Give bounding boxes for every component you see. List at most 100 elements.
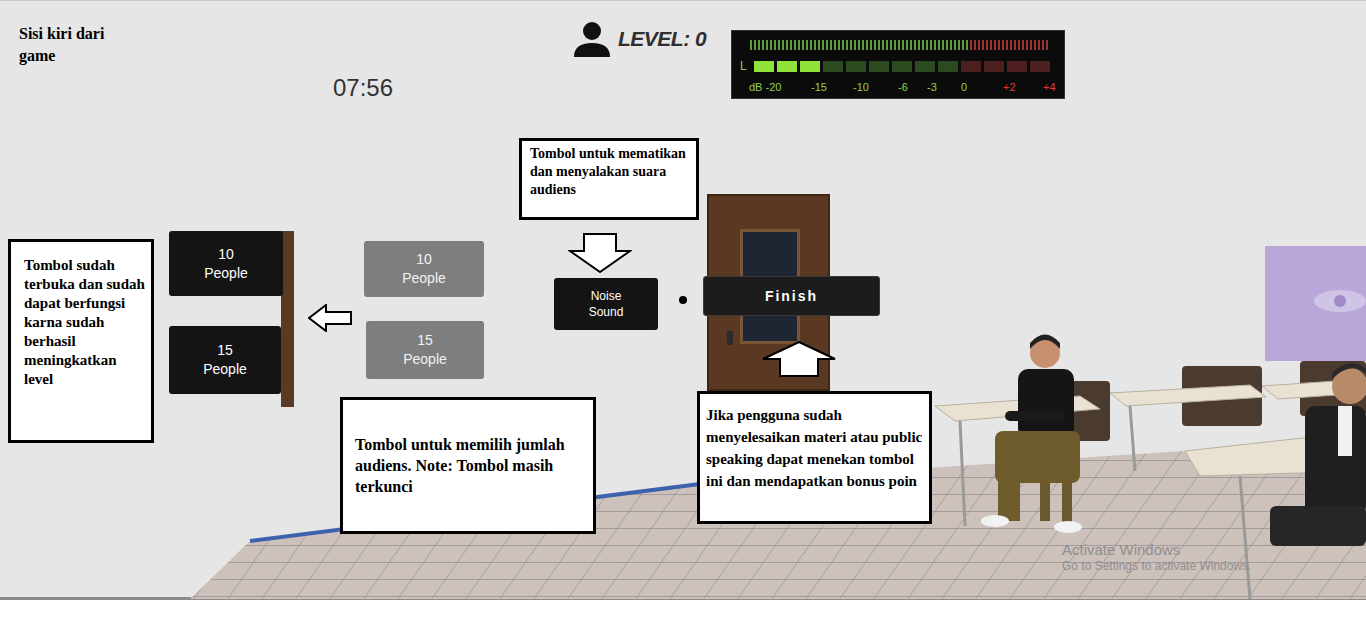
crosshair-dot — [679, 296, 687, 304]
meter-scale-label: -10 — [853, 80, 869, 94]
meter-tick — [838, 40, 840, 50]
meter-tick — [970, 40, 972, 50]
meter-tick — [962, 40, 964, 50]
meter-tick — [826, 40, 828, 50]
meter-scale-label: +2 — [1003, 80, 1016, 94]
meter-tick — [762, 40, 764, 50]
game-scene: Sisi kiri dari game 07:56 LEVEL: 0 L dB … — [0, 0, 1366, 600]
meter-segment — [984, 61, 1004, 72]
meter-tick — [946, 40, 948, 50]
meter-tick — [894, 40, 896, 50]
meter-tick — [846, 40, 848, 50]
meter-tick — [778, 40, 780, 50]
meter-tick — [1002, 40, 1004, 50]
meter-tick — [1042, 40, 1044, 50]
meter-scale-label: 0 — [961, 80, 967, 94]
meter-tick — [862, 40, 864, 50]
channel-label: L — [740, 59, 747, 73]
meter-segment — [938, 61, 958, 72]
meter-segment — [1007, 61, 1027, 72]
meter-tick — [786, 40, 788, 50]
meter-tick — [914, 40, 916, 50]
meter-tick — [822, 40, 824, 50]
meter-tick — [766, 40, 768, 50]
meter-scale-label: -3 — [927, 80, 937, 94]
meter-segment — [754, 61, 774, 72]
audience-button[interactable]: 15 People — [169, 326, 281, 394]
meter-tick — [878, 40, 880, 50]
meter-tick — [906, 40, 908, 50]
meter-tick — [994, 40, 996, 50]
meter-tick — [898, 40, 900, 50]
meter-tick — [818, 40, 820, 50]
meter-tick — [930, 40, 932, 50]
meter-tick — [854, 40, 856, 50]
meter-tick — [758, 40, 760, 50]
noise-sound-button[interactable]: Noise Sound — [554, 278, 658, 330]
meter-tick — [1034, 40, 1036, 50]
meter-tick — [974, 40, 976, 50]
meter-tick — [910, 40, 912, 50]
door-handle — [727, 331, 733, 345]
meter-tick — [938, 40, 940, 50]
meter-tick — [942, 40, 944, 50]
meter-tick — [926, 40, 928, 50]
audience-button[interactable]: 10 People — [169, 231, 283, 296]
meter-tick — [810, 40, 812, 50]
caption: Sisi kiri dari game — [19, 23, 131, 67]
meter-tick — [966, 40, 968, 50]
meter-scale-label: -15 — [811, 80, 827, 94]
audience-button[interactable]: 10 People — [364, 241, 484, 297]
meter-tick — [1014, 40, 1016, 50]
meter-scale-label: dB -20 — [749, 80, 781, 94]
meter-tick — [774, 40, 776, 50]
finish-button[interactable]: Finish — [703, 276, 880, 316]
meter-tick — [750, 40, 752, 50]
meter-tick — [1026, 40, 1028, 50]
meter-tick — [858, 40, 860, 50]
meter-tick — [850, 40, 852, 50]
meter-tick — [990, 40, 992, 50]
meter-tick — [1018, 40, 1020, 50]
annotation-box: Tombol sudah terbuka dan sudah dapat ber… — [8, 239, 154, 443]
meter-tick — [834, 40, 836, 50]
audience-button[interactable]: 15 People — [366, 321, 484, 379]
meter-tick — [902, 40, 904, 50]
meter-tick — [1046, 40, 1048, 50]
up-arrow-icon — [762, 341, 836, 377]
level-label: LEVEL: 0 — [618, 26, 706, 52]
annotation-box: Tombol untuk memilih jumlah audiens. Not… — [340, 397, 596, 534]
annotation-box: Tombol untuk mematikan dan menyalakan su… — [519, 138, 699, 220]
meter-segment — [915, 61, 935, 72]
down-arrow-icon — [568, 233, 632, 273]
meter-tick — [1010, 40, 1012, 50]
meter-tick — [790, 40, 792, 50]
volume-meter: L dB -20-15-10-6-30+2+4 — [731, 30, 1065, 99]
meter-tick — [950, 40, 952, 50]
meter-segment — [846, 61, 866, 72]
meter-segment — [892, 61, 912, 72]
user-icon — [572, 19, 612, 59]
meter-tick — [882, 40, 884, 50]
meter-tick — [986, 40, 988, 50]
meter-scale: dB -20-15-10-6-30+2+4 — [732, 80, 1066, 96]
meter-tick — [1006, 40, 1008, 50]
meter-tick — [918, 40, 920, 50]
meter-tick — [798, 40, 800, 50]
meter-tick — [934, 40, 936, 50]
meter-segment — [823, 61, 843, 72]
meter-tick — [890, 40, 892, 50]
meter-tick — [794, 40, 796, 50]
windows-watermark: Activate Windows Go to Settings to activ… — [1062, 541, 1251, 574]
meter-segment — [869, 61, 889, 72]
left-arrow-icon — [308, 304, 352, 332]
annotation-box: Jika pengguna sudah menyelesaikan materi… — [697, 391, 932, 524]
meter-tick — [1022, 40, 1024, 50]
meter-tick — [978, 40, 980, 50]
meter-tick — [842, 40, 844, 50]
meter-tick — [922, 40, 924, 50]
meter-tick — [806, 40, 808, 50]
meter-segment — [777, 61, 797, 72]
meter-ticks — [750, 40, 1048, 50]
meter-tick — [954, 40, 956, 50]
